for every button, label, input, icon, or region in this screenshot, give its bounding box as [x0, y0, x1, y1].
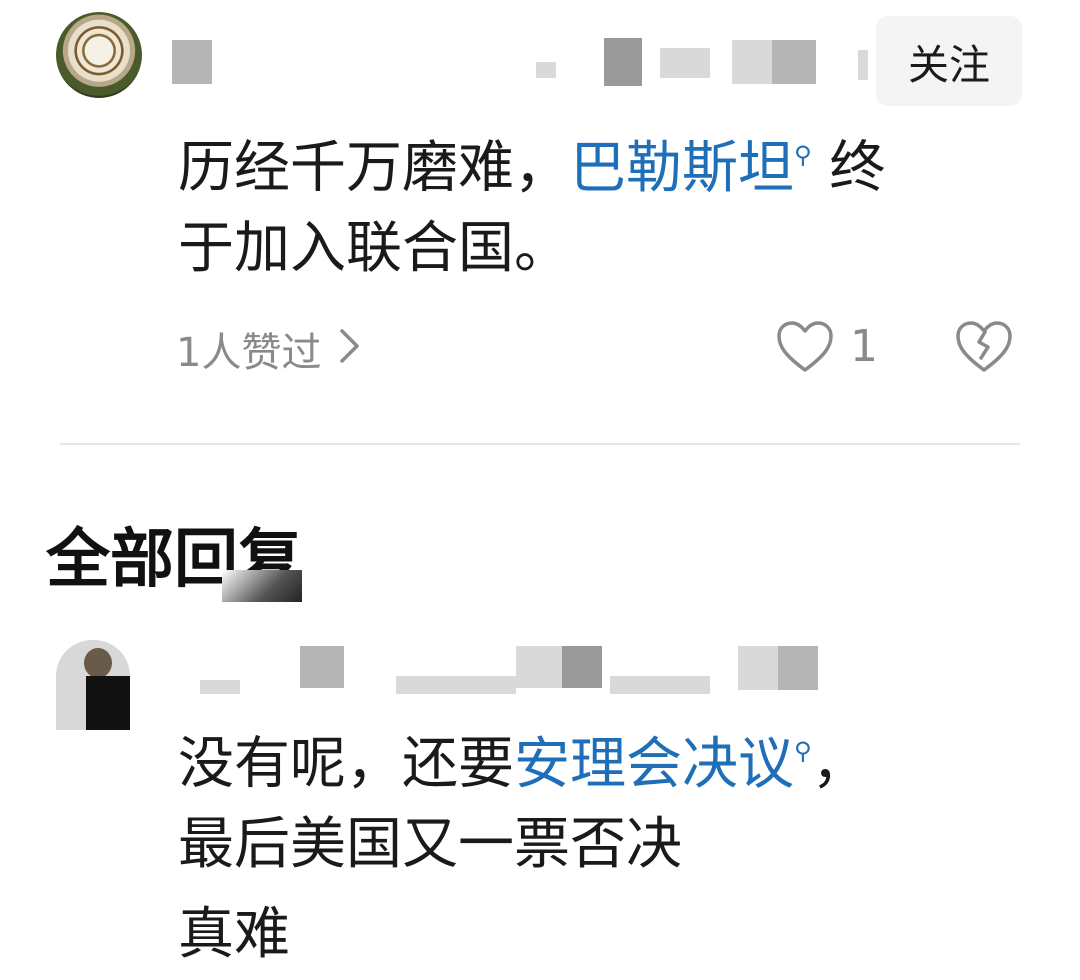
- avatar[interactable]: [56, 12, 142, 98]
- meta-redacted: [604, 38, 642, 86]
- reply-text-line3: 真难: [178, 902, 290, 967]
- meta-redacted: [732, 40, 772, 84]
- broken-heart-icon[interactable]: [955, 320, 1013, 374]
- meta-redacted: [516, 646, 562, 688]
- divider: [60, 443, 1020, 445]
- likes-summary-label: 1人赞过: [176, 330, 322, 376]
- username-redacted[interactable]: [300, 646, 344, 688]
- avatar[interactable]: [56, 640, 130, 730]
- link-label[interactable]: 安理会决议: [514, 732, 794, 797]
- likes-summary-link[interactable]: 1人赞过: [176, 318, 361, 380]
- reply-text-line2: 最后美国又一票否决: [178, 812, 682, 877]
- follow-button[interactable]: 关注: [876, 16, 1022, 106]
- meta-redacted: [200, 680, 240, 694]
- comment-text-line2: 于加入联合国。: [178, 216, 570, 281]
- meta-redacted: [562, 646, 602, 688]
- link-label[interactable]: 巴勒斯坦: [570, 136, 794, 201]
- reply-text: 没有呢，还要安理会决议⚲，: [178, 710, 868, 810]
- chevron-right-icon: [339, 324, 361, 375]
- comment-link-palestine[interactable]: 巴勒斯坦⚲: [570, 136, 812, 201]
- meta-redacted: [778, 646, 818, 690]
- reply-link-security-council[interactable]: 安理会决议⚲: [514, 732, 812, 797]
- meta-redacted: [858, 50, 868, 80]
- heart-outline-icon[interactable]: [776, 320, 834, 374]
- redaction-smudge: [222, 570, 302, 602]
- avatar-body: [86, 676, 130, 730]
- comment-text-segment: 历经千万磨难，: [178, 135, 570, 201]
- comment-text-segment: 终: [811, 135, 886, 201]
- meta-redacted: [660, 48, 710, 78]
- reply-text-segment: ，: [811, 731, 868, 797]
- avatar-face: [84, 648, 112, 678]
- meta-redacted: [396, 676, 516, 694]
- meta-redacted: [536, 62, 556, 78]
- reply-text-segment: 没有呢，还要: [178, 731, 514, 797]
- meta-redacted: [738, 646, 778, 690]
- search-icon: ⚲: [794, 737, 812, 765]
- meta-redacted: [772, 40, 816, 84]
- meta-redacted: [610, 676, 710, 694]
- comment-text: 历经千万磨难，巴勒斯坦⚲ 终: [178, 114, 885, 214]
- username-redacted[interactable]: [172, 40, 212, 84]
- like-count: 1: [850, 321, 878, 372]
- search-icon: ⚲: [794, 141, 812, 169]
